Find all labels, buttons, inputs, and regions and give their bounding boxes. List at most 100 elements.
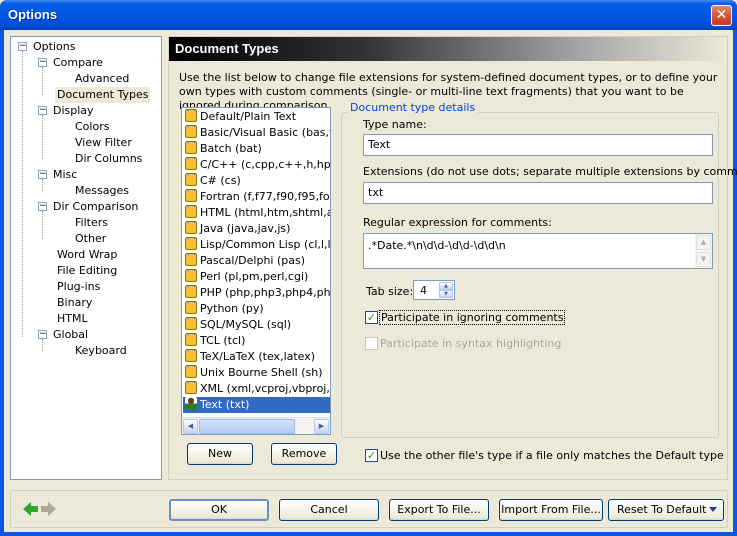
horizontal-scrollbar[interactable]: ◀ ▶ bbox=[182, 417, 330, 434]
list-item[interactable]: Batch (bat) bbox=[183, 141, 330, 157]
dialog-client: − Options − Compare Advanced Document Ty… bbox=[4, 30, 737, 532]
close-button[interactable]: ✕ bbox=[711, 5, 732, 26]
ok-button[interactable]: OK bbox=[169, 499, 269, 521]
use-other-type-checkbox[interactable]: ✓ bbox=[365, 449, 378, 462]
lock-icon bbox=[185, 221, 197, 234]
tree-connector bbox=[42, 67, 43, 95]
tree-item-word-wrap[interactable]: Word Wrap bbox=[55, 247, 119, 263]
remove-button[interactable]: Remove bbox=[271, 443, 337, 465]
list-item[interactable]: Perl (pl,pm,perl,cgi) bbox=[183, 269, 330, 285]
scroll-down-icon[interactable]: ▼ bbox=[696, 252, 711, 267]
tree-item-label: Dir Columns bbox=[75, 152, 143, 165]
list-item[interactable]: Python (py) bbox=[183, 301, 330, 317]
tree-item-advanced[interactable]: Advanced bbox=[73, 71, 131, 87]
new-button[interactable]: New bbox=[187, 443, 253, 465]
tree-item-file-editing[interactable]: File Editing bbox=[55, 263, 119, 279]
lock-icon bbox=[185, 365, 197, 378]
list-item-selected[interactable]: Text (txt) bbox=[183, 397, 330, 413]
participate-syntax-checkbox bbox=[365, 337, 378, 350]
list-item[interactable]: XML (xml,vcproj,vbproj,csproj) bbox=[183, 381, 330, 397]
scroll-left-icon[interactable]: ◀ bbox=[183, 419, 198, 434]
import-button[interactable]: Import From File... bbox=[499, 499, 603, 521]
scroll-up-icon[interactable]: ▲ bbox=[696, 235, 711, 250]
tree-item-display[interactable]: − Display bbox=[11, 103, 161, 119]
tree-item-document-types[interactable]: Document Types bbox=[55, 87, 151, 103]
tree-item-html[interactable]: HTML bbox=[55, 311, 90, 327]
regex-input[interactable]: .*Date.*\n\d\d-\d\d-\d\d\n ▲ ▼ bbox=[363, 233, 713, 269]
tree-item-label: Colors bbox=[75, 120, 110, 133]
list-item[interactable]: Lisp/Common Lisp (cl,l,lsp,lisp) bbox=[183, 237, 330, 253]
lock-icon bbox=[185, 237, 197, 250]
back-arrow-icon[interactable] bbox=[23, 502, 31, 516]
collapse-icon[interactable]: − bbox=[38, 330, 47, 339]
list-item[interactable]: C/C++ (c,cpp,c++,h,hpp,cxx) bbox=[183, 157, 330, 173]
lock-icon bbox=[185, 189, 197, 202]
list-item[interactable]: PHP (php,php3,php4,phtml) bbox=[183, 285, 330, 301]
participate-ignoring-checkbox[interactable]: ✓ bbox=[365, 311, 378, 324]
list-item[interactable]: TCL (tcl) bbox=[183, 333, 330, 349]
tree-item-plug-ins[interactable]: Plug-ins bbox=[55, 279, 102, 295]
list-item-label: C/C++ (c,cpp,c++,h,hpp,cxx) bbox=[200, 158, 330, 171]
list-item-label: HTML (html,htm,shtml,asp) bbox=[200, 206, 330, 219]
tree-item-label: View Filter bbox=[75, 136, 132, 149]
list-item-label: TeX/LaTeX (tex,latex) bbox=[200, 350, 316, 363]
export-button[interactable]: Export To File... bbox=[389, 499, 489, 521]
lock-icon bbox=[185, 141, 197, 154]
lock-icon bbox=[185, 285, 197, 298]
collapse-icon[interactable]: − bbox=[38, 106, 47, 115]
list-item-label: PHP (php,php3,php4,phtml) bbox=[200, 286, 330, 299]
back-arrow-shaft bbox=[31, 506, 38, 512]
collapse-icon[interactable]: − bbox=[38, 58, 47, 67]
tree-item-label: Filters bbox=[75, 216, 108, 229]
tree-item-misc[interactable]: − Misc bbox=[11, 167, 161, 183]
tree-item-colors[interactable]: Colors bbox=[73, 119, 111, 135]
list-item[interactable]: Basic/Visual Basic (bas,vb,vbs) bbox=[183, 125, 330, 141]
list-item[interactable]: TeX/LaTeX (tex,latex) bbox=[183, 349, 330, 365]
collapse-icon[interactable]: − bbox=[38, 170, 47, 179]
tree-item-view-filter[interactable]: View Filter bbox=[73, 135, 134, 151]
collapse-icon[interactable]: − bbox=[18, 42, 27, 51]
type-name-input[interactable]: Text bbox=[363, 134, 713, 156]
extensions-input[interactable]: txt bbox=[363, 182, 713, 204]
panel-title: Document Types bbox=[169, 37, 727, 61]
tree-item-global[interactable]: − Global bbox=[11, 327, 161, 343]
spin-down-icon[interactable]: ▼ bbox=[439, 290, 453, 298]
list-item[interactable]: C# (cs) bbox=[183, 173, 330, 189]
list-item[interactable]: Pascal/Delphi (pas) bbox=[183, 253, 330, 269]
list-item-label: C# (cs) bbox=[200, 174, 241, 187]
chevron-down-icon[interactable] bbox=[709, 507, 717, 512]
tree-item-label: Document Types bbox=[57, 88, 149, 101]
scroll-thumb[interactable] bbox=[199, 419, 295, 434]
tree-item-other[interactable]: Other bbox=[73, 231, 108, 247]
tree-item-messages[interactable]: Messages bbox=[73, 183, 131, 199]
collapse-icon[interactable]: − bbox=[38, 202, 47, 211]
spin-up-icon[interactable]: ▲ bbox=[439, 282, 453, 290]
list-item[interactable]: Java (java,jav,js) bbox=[183, 221, 330, 237]
list-item-label: XML (xml,vcproj,vbproj,csproj) bbox=[200, 382, 330, 395]
tree-item-dir-columns[interactable]: Dir Columns bbox=[73, 151, 144, 167]
reset-button[interactable]: Reset To Default bbox=[608, 499, 724, 521]
document-type-details-group bbox=[341, 112, 719, 438]
regex-scrollbar[interactable]: ▲ ▼ bbox=[695, 234, 712, 268]
tree-item-keyboard[interactable]: Keyboard bbox=[73, 343, 129, 359]
list-item[interactable]: Unix Bourne Shell (sh) bbox=[183, 365, 330, 381]
tree-item-dir-comparison[interactable]: − Dir Comparison bbox=[11, 199, 161, 215]
tree-item-filters[interactable]: Filters bbox=[73, 215, 110, 231]
participate-ignoring-label[interactable]: Participate in ignoring comments bbox=[378, 310, 566, 325]
lock-icon bbox=[185, 333, 197, 346]
tab-size-stepper[interactable]: 4 ▲ ▼ bbox=[413, 280, 455, 300]
tree-item-binary[interactable]: Binary bbox=[55, 295, 94, 311]
list-item[interactable]: HTML (html,htm,shtml,asp) bbox=[183, 205, 330, 221]
lock-icon bbox=[185, 317, 197, 330]
scroll-right-icon[interactable]: ▶ bbox=[314, 419, 329, 434]
tree-item-compare[interactable]: − Compare bbox=[11, 55, 161, 71]
title-bar[interactable]: Options ✕ bbox=[0, 0, 737, 30]
forward-arrow-shaft bbox=[41, 506, 48, 512]
document-types-list[interactable]: Default/Plain Text Basic/Visual Basic (b… bbox=[181, 107, 331, 435]
list-item[interactable]: Fortran (f,f77,f90,f95,for) bbox=[183, 189, 330, 205]
list-item[interactable]: SQL/MySQL (sql) bbox=[183, 317, 330, 333]
tree-item-options[interactable]: − Options bbox=[11, 39, 75, 55]
use-other-type-label[interactable]: Use the other file's type if a file only… bbox=[380, 449, 724, 462]
cancel-button[interactable]: Cancel bbox=[279, 499, 379, 521]
list-item[interactable]: Default/Plain Text bbox=[183, 109, 330, 125]
